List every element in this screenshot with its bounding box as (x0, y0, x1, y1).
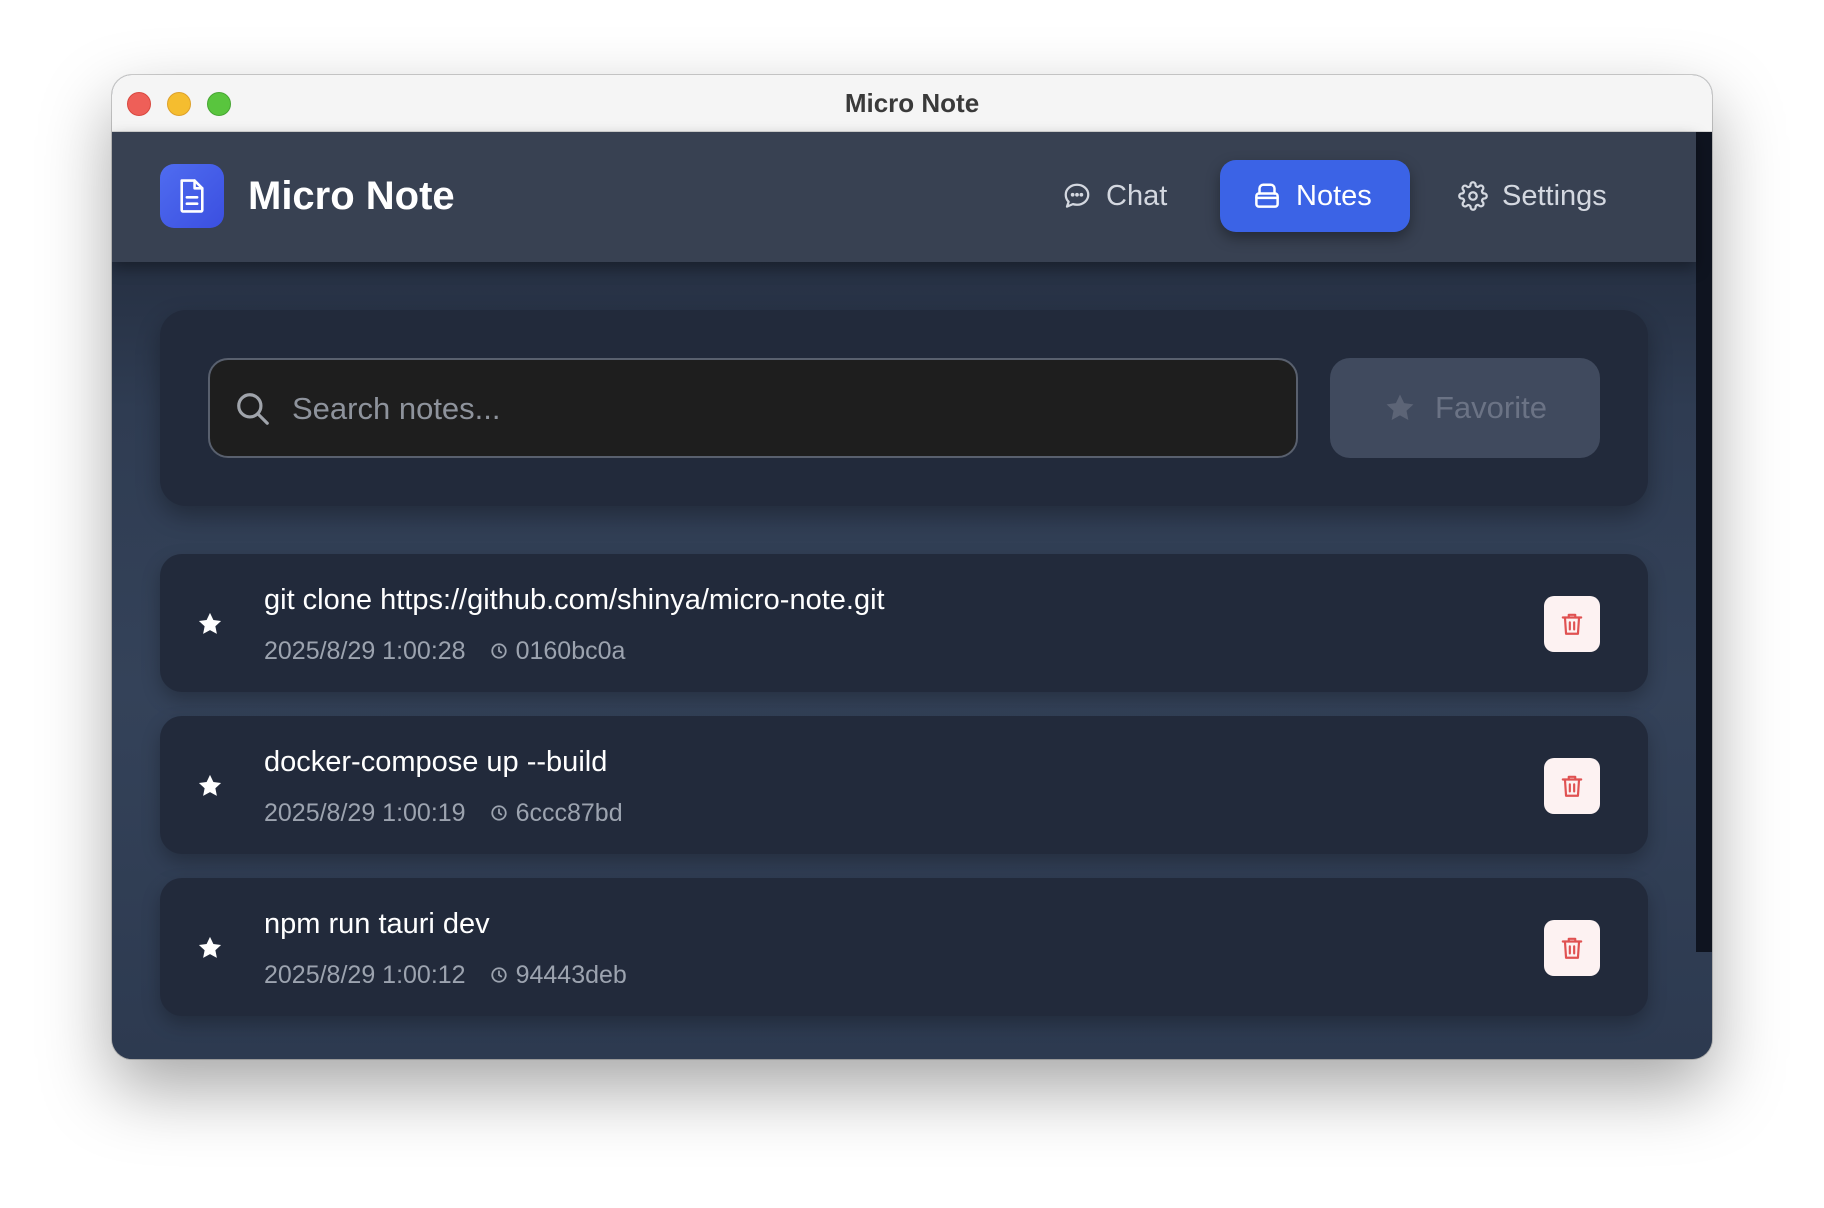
search-icon (237, 393, 269, 425)
note-text: npm run tauri dev (264, 908, 490, 940)
window-title: Micro Note (844, 88, 980, 118)
star-icon (1386, 394, 1414, 421)
clock-icon (490, 804, 508, 822)
chat-bubble-icon (1064, 183, 1090, 208)
app-window: Micro Note Micro Note Chat Notes Setting… (112, 75, 1712, 1059)
note-text: git clone https://github.com/shinya/micr… (264, 584, 885, 616)
search-field[interactable] (208, 358, 1298, 458)
trash-icon (1561, 775, 1583, 797)
note-date: 2025/8/29 1:00:12 (264, 961, 466, 989)
nav-tab-chat[interactable]: Chat (1062, 160, 1167, 232)
note-date: 2025/8/29 1:00:28 (264, 637, 466, 665)
clock-icon (490, 642, 508, 660)
note-meta: 2025/8/29 1:00:28 0160bc0a (264, 636, 625, 666)
title-bar[interactable]: Micro Note (112, 75, 1712, 132)
delete-note-button[interactable] (1544, 596, 1600, 652)
note-hash: 0160bc0a (515, 637, 626, 665)
note-item[interactable]: git clone https://github.com/shinya/micr… (160, 554, 1648, 692)
note-date: 2025/8/29 1:00:19 (264, 799, 466, 827)
app-content: Micro Note Chat Notes Settings Search no… (112, 132, 1712, 1059)
note-text: docker-compose up --build (264, 746, 608, 778)
favorite-toggle[interactable] (196, 772, 224, 805)
note-hash: 6ccc87bd (515, 799, 623, 827)
nav-tab-settings[interactable]: Settings (1458, 160, 1607, 232)
trash-icon (1561, 937, 1583, 959)
note-hash: 94443deb (515, 961, 627, 989)
favorite-toggle[interactable] (196, 610, 224, 643)
nav-tab-chat-label: Chat (1106, 179, 1168, 212)
archive-icon (1255, 183, 1279, 208)
favorite-filter-label: Favorite (1435, 390, 1547, 425)
app-header: Micro Note Chat Notes Settings (112, 132, 1696, 262)
search-input[interactable] (290, 360, 1274, 458)
document-icon (180, 179, 204, 213)
app-brand-title: Micro Note (248, 174, 455, 218)
note-meta: 2025/8/29 1:00:19 6ccc87bd (264, 798, 623, 828)
note-item[interactable]: docker-compose up --build 2025/8/29 1:00… (160, 716, 1648, 854)
star-icon (198, 612, 222, 634)
star-icon (198, 936, 222, 958)
nav-tab-settings-label: Settings (1502, 179, 1607, 212)
search-panel: Favorite (160, 310, 1648, 506)
favorite-filter-button[interactable]: Favorite (1330, 358, 1600, 458)
nav-tab-notes[interactable]: Notes (1220, 160, 1410, 232)
note-item[interactable]: npm run tauri dev 2025/8/29 1:00:12 9444… (160, 878, 1648, 1016)
gear-icon (1458, 181, 1488, 211)
note-meta: 2025/8/29 1:00:12 94443deb (264, 960, 627, 990)
scrollbar-track[interactable] (1696, 132, 1712, 952)
nav-tab-notes-label: Notes (1296, 179, 1372, 212)
clock-icon (490, 966, 508, 984)
trash-icon (1561, 613, 1583, 635)
star-icon (198, 774, 222, 796)
delete-note-button[interactable] (1544, 920, 1600, 976)
app-logo (160, 164, 224, 228)
favorite-toggle[interactable] (196, 934, 224, 967)
delete-note-button[interactable] (1544, 758, 1600, 814)
